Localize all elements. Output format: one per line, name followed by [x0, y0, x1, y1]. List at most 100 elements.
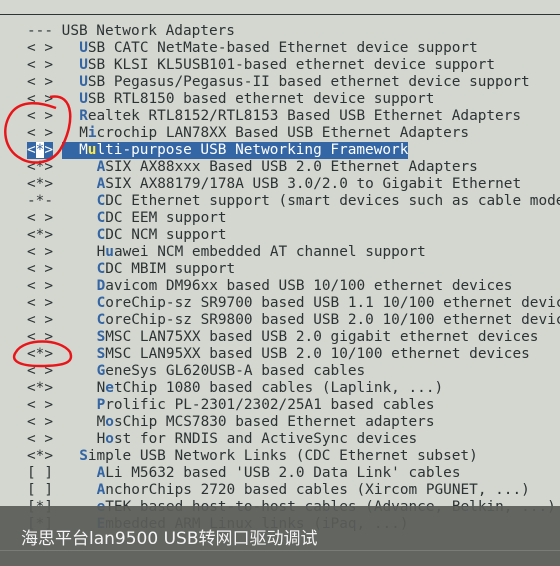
hotkey-letter: e	[105, 380, 114, 396]
menu-item[interactable]: < > Huawei NCM embedded AT channel suppor…	[0, 244, 560, 261]
menu-item[interactable]: <*> CDC NCM support	[0, 227, 560, 244]
menu-item-label: MosChip MCS7830 based Ethernet adapters	[97, 414, 435, 431]
caption-overlay: 海思平台lan9500 USB转网口驱动调试	[0, 506, 560, 566]
selection-state[interactable]: [ ]	[27, 465, 53, 482]
selection-state[interactable]: < >	[27, 210, 53, 227]
menu-item[interactable]: < > Realtek RTL8152/RTL8153 Based USB Eth…	[0, 108, 560, 125]
label-rest: MSC LAN95XX based USB 2.0 10/100 etherne…	[105, 346, 530, 362]
selection-state[interactable]: < >	[27, 261, 53, 278]
selection-state[interactable]: < >	[27, 57, 53, 74]
menu-item[interactable]: <*> NetChip 1080 based cables (Laplink, .…	[0, 380, 560, 397]
label-rest: DC Ethernet support (smart devices such …	[105, 193, 560, 209]
label-rest: oreChip-sz SR9700 based USB 1.1 10/100 e…	[105, 295, 560, 311]
selection-state[interactable]: < >	[27, 74, 53, 91]
hotkey-letter: i	[87, 125, 97, 141]
menu-item-label: ASIX AX88xxx Based USB 2.0 Ethernet Adap…	[97, 159, 478, 176]
selection-state[interactable]: < >	[27, 244, 53, 261]
menu-item-label: Multi-purpose USB Networking Framework	[61, 142, 409, 159]
selection-state[interactable]: <*>	[27, 159, 53, 176]
selection-state[interactable]: <*>	[27, 142, 54, 159]
menu-item-label: Microchip LAN78XX Based USB Ethernet Ada…	[79, 125, 469, 142]
selection-state[interactable]: <*>	[27, 448, 53, 465]
menu-item[interactable]: < > USB RTL8150 based ethernet device sup…	[0, 91, 560, 108]
menu-item[interactable]: [ ] AnchorChips 2720 based cables (Xircom…	[0, 482, 560, 499]
hotkey-letter: o	[105, 431, 114, 447]
selection-state[interactable]: < >	[27, 329, 53, 346]
selection-state[interactable]: <*>	[27, 176, 53, 193]
menu-item[interactable]: < > Microchip LAN78XX Based USB Ethernet …	[0, 125, 560, 142]
menu-item[interactable]: < > CDC MBIM support	[0, 261, 560, 278]
label-rest: SIX AX88xxx Based USB 2.0 Ethernet Adapt…	[105, 159, 478, 175]
selection-state[interactable]: < >	[27, 125, 53, 142]
label-rest: awei NCM embedded AT channel support	[113, 244, 426, 260]
caption-divider	[0, 550, 560, 551]
hotkey-letter: U	[79, 57, 88, 73]
selection-state[interactable]: -*-	[27, 193, 53, 210]
menu-item[interactable]: < > CDC EEM support	[0, 210, 560, 227]
selection-state[interactable]: <*>	[27, 227, 53, 244]
label-rest: SB CATC NetMate-based Ethernet device su…	[87, 40, 478, 56]
menu-item[interactable]: < > USB Pegasus/Pegasus-II based ethernet…	[0, 74, 560, 91]
menu-item[interactable]: < > USB KLSI KL5USB101-based ethernet dev…	[0, 57, 560, 74]
label-rest: DC EEM support	[105, 210, 227, 226]
selection-state[interactable]: < >	[27, 312, 53, 329]
menu-item[interactable]: < > MosChip MCS7830 based Ethernet adapte…	[0, 414, 560, 431]
label-rest: eneSys GL620USB-A based cables	[105, 363, 366, 379]
caption-text: 海思平台lan9500 USB转网口驱动调试	[21, 529, 318, 549]
hotkey-letter: o	[105, 414, 114, 430]
label-rest: SB KLSI KL5USB101-based ethernet device …	[87, 57, 496, 73]
selection-state[interactable]: < >	[27, 431, 53, 448]
menu-item[interactable]: < > CoreChip-sz SR9800 based USB 2.0 10/1…	[0, 312, 560, 329]
hotkey-letter: C	[96, 261, 106, 277]
menu-header-label: --- USB Network Adapters	[27, 23, 235, 39]
selection-state[interactable]: < >	[27, 414, 53, 431]
menu-item[interactable]: <*> ASIX AX88179/178A USB 3.0/2.0 to Giga…	[0, 176, 560, 193]
label-rest: st for RNDIS and ActiveSync devices	[113, 431, 418, 447]
selection-state[interactable]: <*>	[27, 346, 53, 363]
menu-item-label: ASIX AX88179/178A USB 3.0/2.0 to Gigabit…	[97, 176, 522, 193]
selection-state[interactable]: <*>	[27, 380, 53, 397]
menu-item[interactable]: <*> SMSC LAN95XX based USB 2.0 10/100 eth…	[0, 346, 560, 363]
menu-item[interactable]: <*> ASIX AX88xxx Based USB 2.0 Ethernet A…	[0, 159, 560, 176]
menu-item-label: AnchorChips 2720 based cables (Xircom PG…	[97, 482, 530, 499]
selection-state[interactable]: < >	[27, 397, 53, 414]
menu-item[interactable]: < > Host for RNDIS and ActiveSync devices	[0, 431, 560, 448]
hotkey-letter: A	[96, 482, 106, 498]
menu-item-label: Host for RNDIS and ActiveSync devices	[97, 431, 418, 448]
kconfig-menu-list[interactable]: --- USB Network Adapters < > USB CATC NetM…	[0, 23, 560, 533]
label-rest: DC NCM support	[105, 227, 227, 243]
menu-item[interactable]: < > USB CATC NetMate-based Ethernet devic…	[0, 40, 560, 57]
menu-item[interactable]: < > CoreChip-sz SR9700 based USB 1.1 10/1…	[0, 295, 560, 312]
selection-state[interactable]: [ ]	[27, 482, 53, 499]
label-prefix: M	[96, 414, 106, 430]
menu-item[interactable]: < > GeneSys GL620USB-A based cables	[0, 363, 560, 380]
hotkey-letter: A	[96, 159, 106, 175]
menu-item[interactable]: -*- CDC Ethernet support (smart devices s…	[0, 193, 560, 210]
label-rest: avicom DM96xx based USB 10/100 ethernet …	[105, 278, 513, 294]
label-rest: sChip MCS7830 based Ethernet adapters	[113, 414, 435, 430]
label-rest: lti-purpose USB Networking Framework	[96, 142, 409, 158]
label-prefix: M	[61, 142, 88, 158]
selection-state[interactable]: < >	[27, 295, 53, 312]
menu-top-border	[0, 14, 560, 15]
label-rest: SB RTL8150 based ethernet device support	[87, 91, 435, 107]
menu-item-label: Davicom DM96xx based USB 10/100 ethernet…	[97, 278, 513, 295]
menu-item-label: USB CATC NetMate-based Ethernet device s…	[79, 40, 478, 57]
selection-state[interactable]: < >	[27, 91, 53, 108]
menu-item[interactable]: < > Prolific PL-2301/2302/25A1 based cabl…	[0, 397, 560, 414]
menu-item[interactable]: <*> Multi-purpose USB Networking Framewo…	[0, 142, 560, 159]
menu-item-label: ALi M5632 based 'USB 2.0 Data Link' cabl…	[97, 465, 461, 482]
selection-state[interactable]: < >	[27, 363, 53, 380]
selection-state[interactable]: < >	[27, 108, 53, 125]
label-prefix: H	[96, 244, 106, 260]
menu-item[interactable]: [ ] ALi M5632 based 'USB 2.0 Data Link' c…	[0, 465, 560, 482]
menu-item[interactable]: <*> Simple USB Network Links (CDC Etherne…	[0, 448, 560, 465]
selection-state[interactable]: < >	[27, 40, 53, 57]
menu-item-label: CDC EEM support	[97, 210, 227, 227]
menu-header: --- USB Network Adapters	[0, 23, 560, 40]
selection-state[interactable]: < >	[27, 278, 53, 295]
menu-item-label: CoreChip-sz SR9800 based USB 2.0 10/100 …	[97, 312, 560, 329]
menu-item[interactable]: < > SMSC LAN75XX based USB 2.0 gigabit et…	[0, 329, 560, 346]
menu-item[interactable]: < > Davicom DM96xx based USB 10/100 ether…	[0, 278, 560, 295]
label-rest: Li M5632 based 'USB 2.0 Data Link' cable…	[105, 465, 461, 481]
